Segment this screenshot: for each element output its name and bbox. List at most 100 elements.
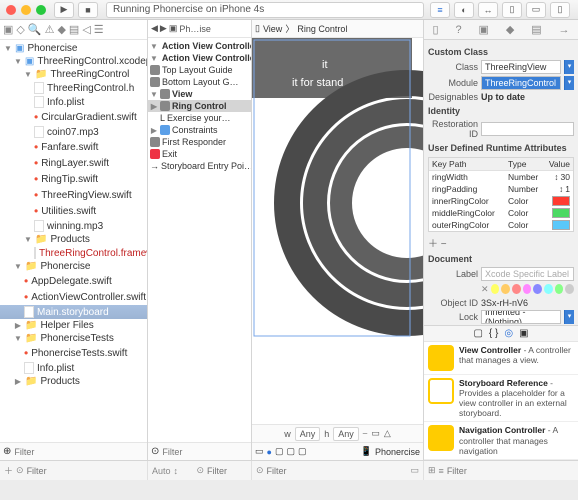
library-item[interactable]: Storyboard Reference - Provides a placeh…: [424, 375, 578, 423]
tree-item[interactable]: Info.plist: [0, 95, 147, 109]
module-field[interactable]: ThreeRingControl: [481, 76, 561, 90]
file-inspector-tab[interactable]: ▯: [432, 23, 438, 36]
connections-inspector-tab[interactable]: →: [559, 24, 570, 36]
bottom-filter-input[interactable]: [27, 466, 144, 476]
outline-tree[interactable]: ▼Action View Controlle… ▼Action View Con…: [148, 38, 251, 442]
navigator-filter-input[interactable]: [14, 447, 144, 457]
help-inspector-tab[interactable]: ?: [455, 24, 461, 36]
outline-item[interactable]: Top Layout Guide: [148, 64, 251, 76]
tree-item[interactable]: coin07.mp3: [0, 125, 147, 139]
toggle-outline-icon[interactable]: ▭: [255, 446, 264, 457]
add-attr-button[interactable]: ＋: [428, 239, 438, 250]
stop-button[interactable]: ■: [78, 2, 98, 18]
assistant-editor-button[interactable]: ◐: [454, 2, 474, 18]
size-inspector-tab[interactable]: ▤: [531, 23, 541, 36]
library-item[interactable]: Navigation Controller - A controller tha…: [424, 422, 578, 460]
tree-item[interactable]: ▼📁ThreeRingControl: [0, 68, 147, 81]
media-library-tab[interactable]: ▣: [519, 328, 528, 339]
tree-item[interactable]: winning.mp3: [0, 219, 147, 233]
tree-item[interactable]: ▼📁Products: [0, 233, 147, 246]
attributes-inspector-tab[interactable]: ◆: [506, 23, 514, 36]
tree-item[interactable]: ▼📁PhonerciseTests: [0, 332, 147, 345]
object-library-tab[interactable]: ◎: [504, 328, 513, 339]
tree-item[interactable]: RingTip.swift: [0, 171, 147, 187]
jump-element[interactable]: Ring Control: [297, 24, 347, 34]
outline-header[interactable]: ▼Action View Controlle…: [148, 40, 251, 52]
report-navigator-tab[interactable]: ☰: [94, 23, 104, 36]
bottom-filter-input2[interactable]: [207, 466, 247, 476]
zoom-window-button[interactable]: [36, 5, 46, 15]
outline-item-selected[interactable]: ▶Ring Control: [148, 100, 251, 112]
close-window-button[interactable]: [6, 5, 16, 15]
toggle-icon[interactable]: ▭: [410, 465, 419, 476]
breakpoint-navigator-tab[interactable]: ◁: [82, 23, 90, 36]
minimize-window-button[interactable]: [21, 5, 31, 15]
color-swatch[interactable]: [552, 208, 570, 218]
lock-field[interactable]: Inherited - (Nothing): [481, 310, 561, 324]
doc-label-field[interactable]: Xcode Specific Label: [481, 267, 574, 281]
tree-item[interactable]: ▼📁Phonercise: [0, 260, 147, 273]
restoration-id-field[interactable]: [481, 122, 574, 136]
tree-item[interactable]: AppDelegate.swift: [0, 273, 147, 289]
outline-item[interactable]: ▼View: [148, 88, 251, 100]
toggle-debug-button[interactable]: ▭: [526, 2, 546, 18]
project-tree[interactable]: ▼▣Phonercise ▼▣ThreeRingControl.xcodepro…: [0, 40, 147, 442]
color-swatch[interactable]: [552, 196, 570, 206]
color-swatch[interactable]: [552, 220, 570, 230]
activity-viewer[interactable]: Running Phonercise on iPhone 4s: [106, 2, 424, 18]
resolve-icon[interactable]: △: [384, 428, 391, 439]
grid-icon[interactable]: ⊞: [428, 465, 436, 476]
jump-bar[interactable]: ◀ ▶ ▣ Ph…ise: [148, 20, 251, 38]
issue-navigator-tab[interactable]: ⚠: [45, 23, 55, 36]
tree-item[interactable]: Utilities.swift: [0, 203, 147, 219]
label-color-palette[interactable]: ✕: [428, 284, 574, 295]
bottom-filter-input3[interactable]: [267, 466, 408, 476]
pin-icon[interactable]: ⎯: [363, 428, 368, 439]
tree-item[interactable]: Info.plist: [0, 361, 147, 375]
canvas-jump-bar[interactable]: ▯View 〉Ring Control: [252, 20, 423, 38]
project-navigator-tab[interactable]: ▣: [3, 23, 13, 36]
outline-item[interactable]: First Responder: [148, 136, 251, 148]
standard-editor-button[interactable]: ≡: [430, 2, 450, 18]
canvas-body[interactable]: → it it for stand: [252, 38, 423, 424]
add-button[interactable]: ＋: [4, 464, 13, 477]
code-snippet-tab[interactable]: { }: [489, 328, 498, 339]
outline-item[interactable]: Exit: [148, 148, 251, 160]
forward-icon[interactable]: ▶: [160, 23, 167, 34]
identity-inspector-tab[interactable]: ▣: [478, 23, 488, 36]
tree-item-selected[interactable]: Main.storyboard: [0, 305, 147, 319]
find-navigator-tab[interactable]: 🔍: [28, 23, 42, 36]
debug-navigator-tab[interactable]: ▤: [69, 23, 79, 36]
list-icon[interactable]: ≡: [439, 466, 444, 476]
jump-view[interactable]: View: [263, 24, 282, 34]
outline-item[interactable]: →Storyboard Entry Poi…: [148, 160, 251, 172]
file-template-tab[interactable]: ▢: [473, 328, 482, 339]
tree-item[interactable]: PhonerciseTests.swift: [0, 345, 147, 361]
tree-item[interactable]: ActionViewController.swift: [0, 289, 147, 305]
symbol-navigator-tab[interactable]: ◇: [16, 23, 24, 36]
tree-item[interactable]: RingLayer.swift: [0, 155, 147, 171]
tree-item[interactable]: ▶📁Helper Files: [0, 319, 147, 332]
tree-item[interactable]: Fanfare.swift: [0, 139, 147, 155]
library-filter-input[interactable]: [447, 466, 574, 476]
outline-item[interactable]: Bottom Layout G…: [148, 76, 251, 88]
outline-item[interactable]: ▶Constraints: [148, 124, 251, 136]
run-button[interactable]: ▶: [54, 2, 74, 18]
size-class-bar[interactable]: wAny hAny ⎯ ▭ △: [252, 424, 423, 442]
runtime-attributes-table[interactable]: Key PathTypeValue ringWidthNumber↕ 30 ri…: [428, 157, 574, 232]
class-field[interactable]: ThreeRingView: [481, 60, 561, 74]
tree-item[interactable]: ThreeRingView.swift: [0, 187, 147, 203]
tree-item[interactable]: ▶📁Products: [0, 375, 147, 388]
ring-control-preview[interactable]: it it for stand: [252, 38, 423, 338]
version-editor-button[interactable]: ↔: [478, 2, 498, 18]
outline-item[interactable]: LExercise your…: [148, 112, 251, 124]
toggle-inspector-button[interactable]: ▯: [550, 2, 570, 18]
inspector-tabs[interactable]: ▯ ? ▣ ◆ ▤ →: [424, 20, 578, 40]
tree-item[interactable]: ThreeRingControl.h: [0, 81, 147, 95]
tree-item[interactable]: ▼▣ThreeRingControl.xcodeproj: [0, 55, 147, 68]
device-icon[interactable]: ●: [267, 447, 272, 457]
library-item[interactable]: View Controller - A controller that mana…: [424, 342, 578, 375]
navigator-tabs[interactable]: ▣ ◇ 🔍 ⚠ ◆ ▤ ◁ ☰: [0, 20, 147, 40]
remove-attr-button[interactable]: −: [441, 239, 447, 250]
tree-root[interactable]: ▼▣Phonercise: [0, 42, 147, 55]
